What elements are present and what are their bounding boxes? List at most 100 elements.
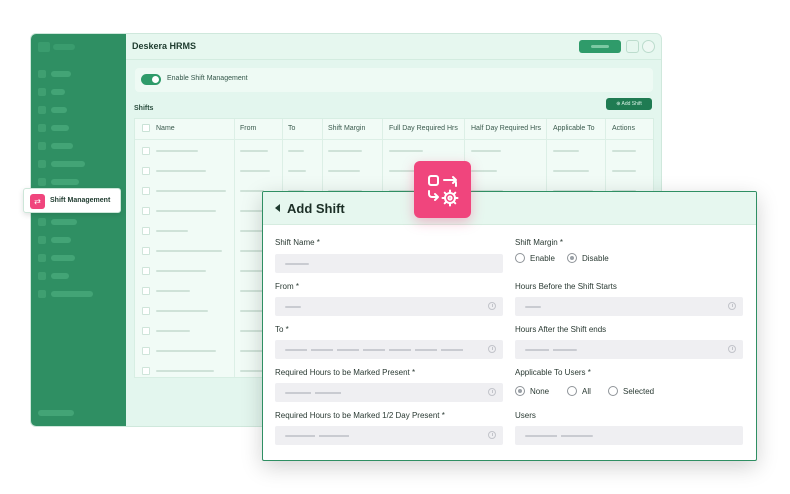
cell-placeholder [156, 230, 188, 232]
input-placeholder [285, 392, 343, 394]
app-logo-text-placeholder [53, 44, 75, 50]
cell-placeholder [156, 190, 226, 192]
sidebar-item-icon [38, 272, 46, 280]
clock-icon[interactable] [728, 302, 736, 310]
clock-icon[interactable] [488, 345, 496, 353]
cell-placeholder [156, 270, 206, 272]
row-checkbox[interactable] [142, 367, 150, 375]
column-header[interactable]: Actions [612, 125, 635, 132]
cell-placeholder [612, 170, 636, 172]
table-row[interactable] [135, 161, 653, 181]
modal-header: Add Shift [263, 192, 756, 225]
to-time-input[interactable] [275, 340, 503, 359]
radio-label: Disable [582, 253, 609, 263]
required-present-label: Required Hours to be Marked Present * [275, 368, 416, 377]
row-checkbox[interactable] [142, 147, 150, 155]
cell-placeholder [156, 150, 198, 152]
sidebar-item-placeholder [51, 125, 69, 131]
sidebar-item-placeholder [51, 143, 73, 149]
sidebar-item-icon [38, 124, 46, 132]
column-header[interactable]: Full Day Required Hrs [389, 125, 458, 132]
radio-label: All [582, 386, 591, 396]
row-checkbox[interactable] [142, 267, 150, 275]
from-label: From * [275, 282, 299, 291]
column-header[interactable]: From [240, 125, 256, 132]
sidebar [31, 34, 126, 426]
input-placeholder [285, 306, 301, 308]
column-header[interactable]: Name [156, 125, 175, 132]
row-checkbox[interactable] [142, 227, 150, 235]
applicable-all-radio[interactable]: All [567, 386, 591, 396]
sidebar-footer-placeholder[interactable] [38, 410, 74, 416]
shift-name-input[interactable] [275, 254, 503, 273]
input-placeholder [525, 349, 577, 351]
radio-circle-selected [515, 386, 525, 396]
cell-placeholder [288, 170, 306, 172]
required-present-input[interactable] [275, 383, 503, 402]
row-checkbox[interactable] [142, 327, 150, 335]
from-time-input[interactable] [275, 297, 503, 316]
sidebar-item-icon [38, 160, 46, 168]
cell-placeholder [156, 210, 216, 212]
clock-icon[interactable] [488, 302, 496, 310]
users-label: Users [515, 411, 536, 420]
shift-margin-enable-radio[interactable]: Enable [515, 253, 555, 263]
cell-placeholder [612, 150, 636, 152]
top-action-button[interactable] [579, 40, 621, 53]
app-title: Deskera HRMS [132, 41, 197, 51]
column-header[interactable]: To [288, 125, 295, 132]
hours-before-label: Hours Before the Shift Starts [515, 282, 617, 291]
avatar[interactable] [642, 40, 655, 53]
input-placeholder [285, 435, 353, 437]
row-checkbox[interactable] [142, 287, 150, 295]
table-row[interactable] [135, 141, 653, 161]
clock-icon[interactable] [488, 431, 496, 439]
select-all-checkbox[interactable] [142, 124, 150, 132]
sidebar-item-placeholder [51, 273, 69, 279]
sidebar-item-icon [38, 178, 46, 186]
cell-placeholder [240, 150, 268, 152]
applicable-users-label: Applicable To Users * [515, 368, 591, 377]
enable-shift-toggle[interactable] [141, 74, 161, 85]
clock-icon[interactable] [488, 388, 496, 396]
cell-placeholder [240, 190, 264, 192]
row-checkbox[interactable] [142, 347, 150, 355]
sidebar-item-placeholder [51, 89, 65, 95]
sidebar-item-placeholder [51, 255, 75, 261]
row-checkbox[interactable] [142, 207, 150, 215]
users-input[interactable] [515, 426, 743, 445]
cell-placeholder [156, 370, 214, 372]
back-arrow-icon[interactable] [275, 204, 280, 212]
add-shift-button[interactable]: ⊕ Add Shift [606, 98, 652, 110]
shift-margin-label: Shift Margin * [515, 238, 564, 247]
input-placeholder [285, 349, 465, 351]
column-header[interactable]: Half Day Required Hrs [471, 125, 541, 132]
top-bar: Deskera HRMS [126, 34, 661, 60]
shift-management-icon: ⇄ [30, 194, 45, 209]
hours-before-input[interactable] [515, 297, 743, 316]
shift-margin-disable-radio[interactable]: Disable [567, 253, 609, 263]
sidebar-item-icon [38, 70, 46, 78]
input-placeholder [525, 435, 593, 437]
row-checkbox[interactable] [142, 247, 150, 255]
row-checkbox[interactable] [142, 187, 150, 195]
applicable-none-radio[interactable]: None [515, 386, 549, 396]
stage: Deskera HRMS Enable Shift Management Shi… [0, 0, 790, 494]
row-checkbox[interactable] [142, 167, 150, 175]
radio-circle [567, 386, 577, 396]
row-checkbox[interactable] [142, 307, 150, 315]
column-header[interactable]: Applicable To [553, 125, 595, 132]
sidebar-item-shift-management[interactable]: ⇄ Shift Management [23, 188, 121, 213]
clock-icon[interactable] [728, 345, 736, 353]
sidebar-item-icon [38, 290, 46, 298]
applicable-selected-radio[interactable]: Selected [608, 386, 654, 396]
column-header[interactable]: Shift Margin [328, 125, 365, 132]
cell-placeholder [156, 310, 208, 312]
cell-placeholder [389, 150, 423, 152]
notification-icon[interactable] [626, 40, 639, 53]
required-half-input[interactable] [275, 426, 503, 445]
sidebar-item-placeholder [51, 161, 85, 167]
hours-after-input[interactable] [515, 340, 743, 359]
cell-placeholder [156, 330, 190, 332]
cell-placeholder [156, 290, 190, 292]
